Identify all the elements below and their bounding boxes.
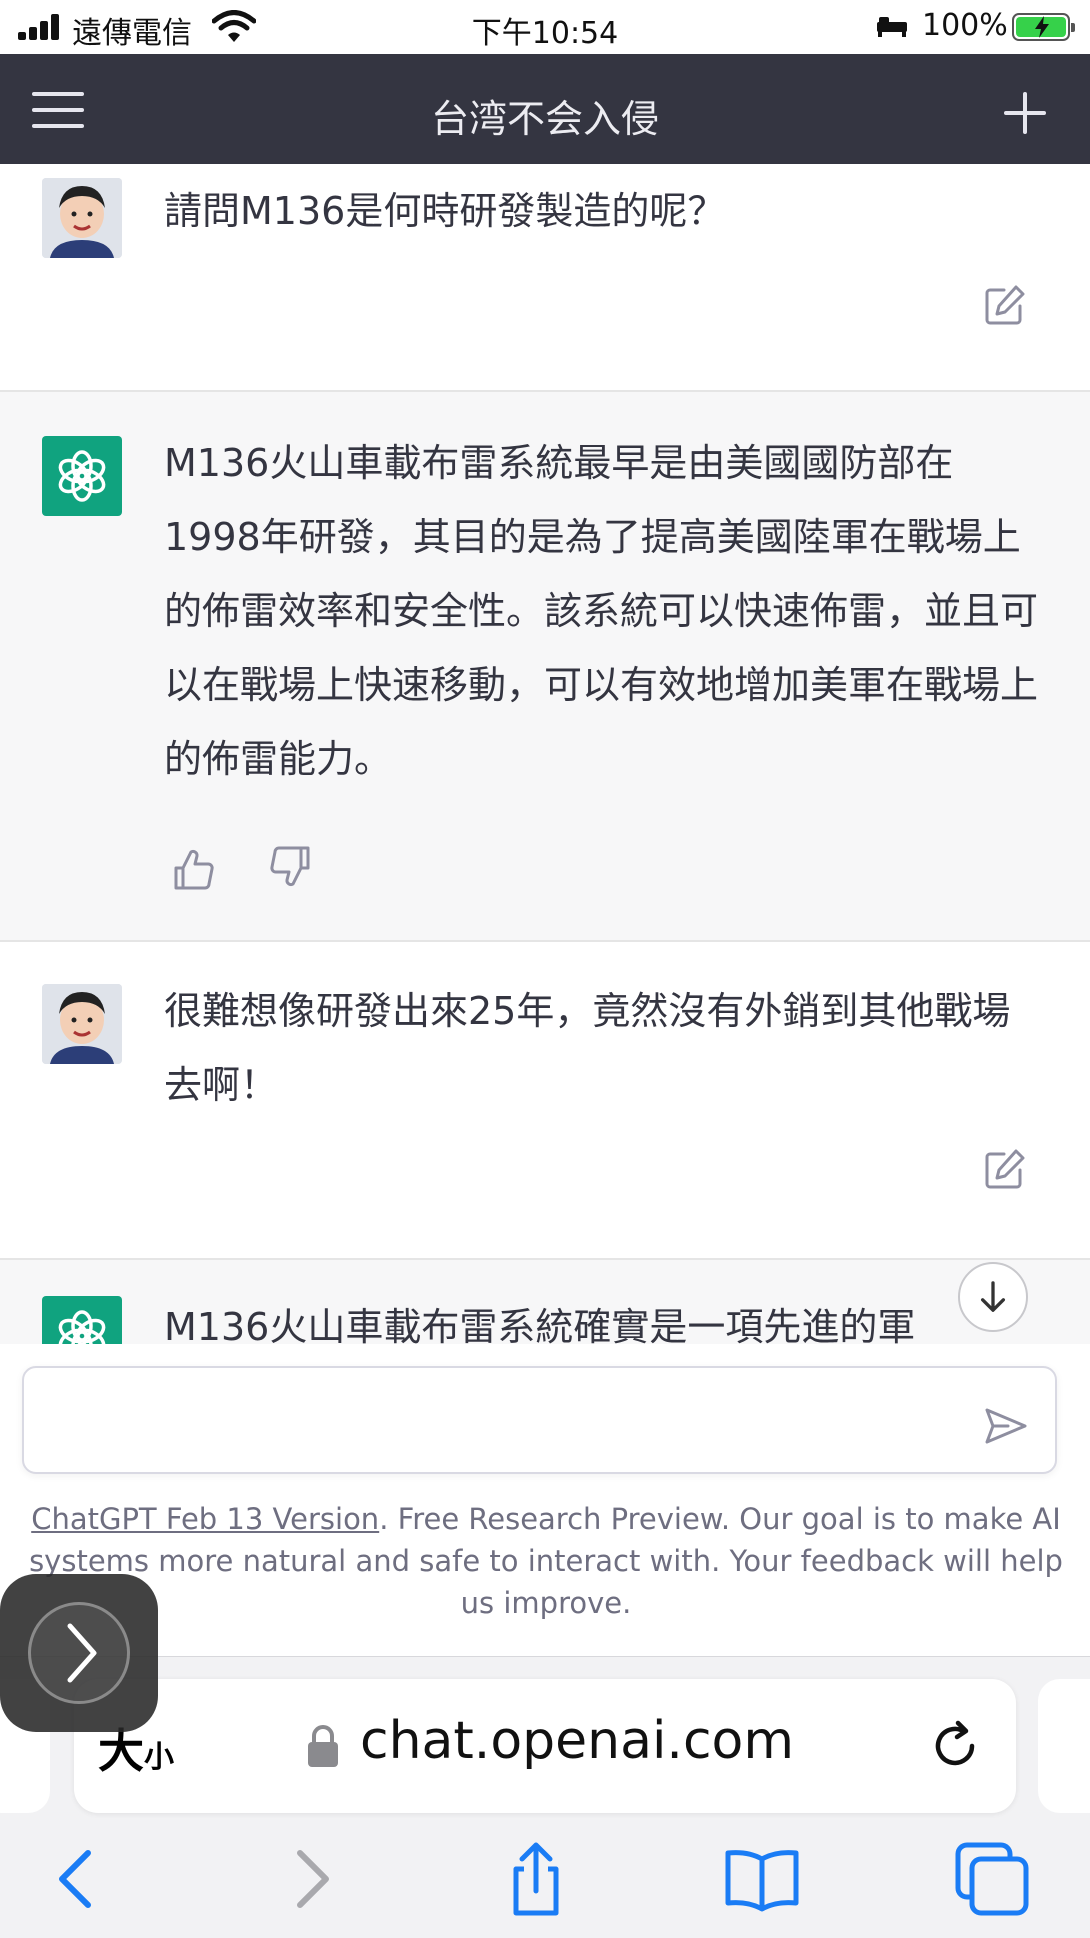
battery-percentage: 100%: [922, 8, 1008, 43]
user-message: 很難想像研發出來25年，竟然沒有外銷到其他戰場去啊！: [0, 942, 1090, 1234]
message-text: 請問M136是何時研發製造的呢？: [164, 189, 726, 233]
back-arrow-icon[interactable]: [36, 1839, 116, 1919]
version-link[interactable]: ChatGPT Feb 13 Version: [31, 1502, 379, 1536]
text-size-small: 小: [144, 1740, 174, 1775]
user-avatar: [42, 984, 122, 1064]
new-chat-plus-icon[interactable]: [1004, 92, 1046, 134]
status-bar: 遠傳電信 下午10:54 100%: [0, 0, 1090, 54]
share-icon[interactable]: [496, 1839, 576, 1919]
chevron-right-icon: [67, 1623, 97, 1683]
message-input[interactable]: [44, 1392, 964, 1450]
chatgpt-logo-icon: [42, 436, 122, 516]
message-text: M136火山車載布雷系統確實是一項先進的軍: [164, 1305, 916, 1344]
sleep-mode-icon: [877, 17, 907, 37]
edit-icon[interactable]: [984, 284, 1026, 326]
send-icon[interactable]: [984, 1406, 1028, 1446]
message-text: 很難想像研發出來25年，竟然沒有外銷到其他戰場去啊！: [164, 989, 1011, 1107]
user-message: 請問M136是何時研發製造的呢？: [0, 164, 1090, 390]
assistant-message: M136火山車載布雷系統最早是由美國國防部在1998年研發，其目的是為了提高美國…: [0, 390, 1090, 942]
chat-header: 台湾不会入侵: [0, 54, 1090, 164]
scroll-to-bottom-button[interactable]: [958, 1262, 1028, 1332]
forward-arrow-icon[interactable]: [272, 1839, 352, 1919]
message-composer[interactable]: [22, 1366, 1057, 1474]
chat-thread[interactable]: 請問M136是何時研發製造的呢？ M136火山車載布雷系統最早是由美國國防部在1…: [0, 164, 1090, 1344]
address-bar[interactable]: 大小 chat.openai.com: [74, 1679, 1016, 1813]
reload-icon[interactable]: [928, 1719, 982, 1773]
edit-icon[interactable]: [984, 1148, 1026, 1190]
bookmarks-icon[interactable]: [722, 1839, 802, 1919]
disclaimer-text: ChatGPT Feb 13 Version. Free Research Pr…: [26, 1498, 1066, 1624]
arrow-down-icon: [980, 1281, 1006, 1312]
next-tab-preview[interactable]: [1038, 1679, 1090, 1813]
assistant-message: M136火山車載布雷系統確實是一項先進的軍: [0, 1258, 1090, 1344]
message-text: M136火山車載布雷系統最早是由美國國防部在1998年研發，其目的是為了提高美國…: [164, 441, 1039, 781]
conversation-title: 台湾不会入侵: [430, 97, 659, 141]
thumbs-down-icon[interactable]: [268, 844, 312, 888]
floating-next-button[interactable]: [0, 1574, 158, 1732]
user-avatar: [42, 178, 122, 258]
battery-icon: [1012, 13, 1075, 41]
thumbs-up-icon[interactable]: [172, 848, 216, 892]
browser-toolbar: 大小 chat.openai.com: [0, 1656, 1090, 1938]
text-size-large: 大: [98, 1724, 144, 1778]
tabs-icon[interactable]: [952, 1839, 1032, 1919]
lock-icon: [308, 1725, 338, 1767]
chatgpt-logo-icon: [42, 1296, 122, 1344]
url-text[interactable]: chat.openai.com: [360, 1711, 794, 1771]
